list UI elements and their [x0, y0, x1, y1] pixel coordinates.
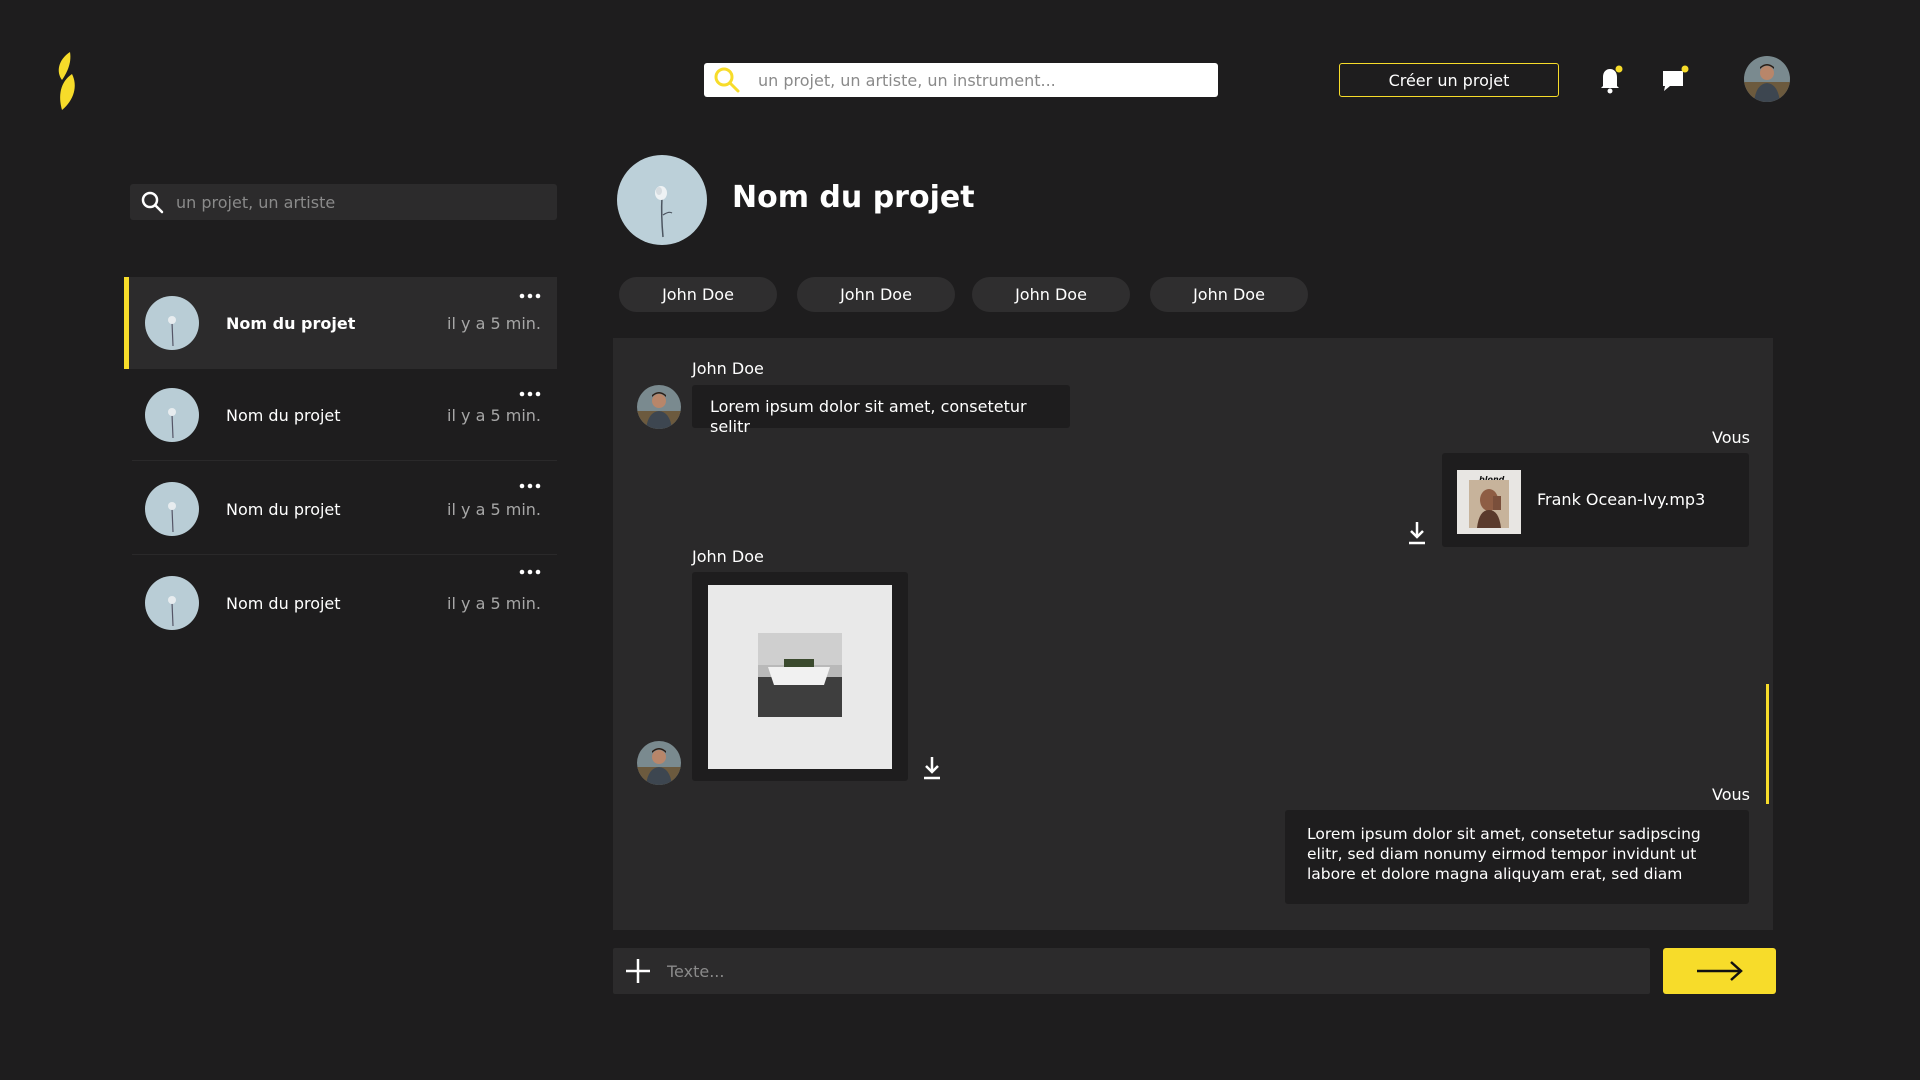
sender-avatar	[637, 385, 681, 429]
sender-avatar	[637, 741, 681, 785]
project-avatar	[145, 388, 199, 442]
download-icon[interactable]	[1406, 520, 1428, 546]
project-name: Nom du projet	[226, 405, 341, 425]
search-icon	[141, 191, 164, 214]
album-art	[1469, 480, 1509, 528]
global-search[interactable]	[704, 63, 1218, 97]
member-chip[interactable]: John Doe	[972, 277, 1130, 312]
project-name: Nom du projet	[226, 313, 356, 333]
more-icon[interactable]	[519, 483, 541, 489]
global-search-input[interactable]	[758, 70, 1198, 90]
user-avatar[interactable]	[1744, 56, 1790, 102]
project-time: il y a 5 min.	[447, 405, 541, 425]
divider	[132, 460, 557, 461]
album-cover: blond	[1457, 470, 1521, 534]
project-avatar	[145, 576, 199, 630]
create-project-button[interactable]: Créer un projet	[1339, 63, 1559, 97]
file-name: Frank Ocean-Ivy.mp3	[1537, 490, 1706, 509]
member-chip[interactable]: John Doe	[797, 277, 955, 312]
file-attachment[interactable]: blond Frank Ocean-Ivy.mp3	[1442, 453, 1749, 547]
search-icon	[714, 67, 740, 93]
send-button[interactable]	[1663, 948, 1776, 994]
project-list-item[interactable]: Nom du projet il y a 5 min.	[124, 557, 557, 649]
project-name: Nom du projet	[226, 499, 341, 519]
chat-scrollbar[interactable]	[1766, 684, 1769, 804]
logo-icon[interactable]	[52, 50, 82, 112]
bell-icon[interactable]	[1597, 64, 1625, 94]
project-search-input[interactable]	[176, 192, 536, 212]
shared-image	[708, 585, 892, 769]
plus-icon[interactable]	[623, 956, 653, 986]
more-icon[interactable]	[519, 569, 541, 575]
arrow-right-icon	[1696, 961, 1743, 981]
project-list-item[interactable]: Nom du projet il y a 5 min.	[124, 277, 557, 369]
message-icon[interactable]	[1660, 64, 1690, 94]
project-search[interactable]	[130, 184, 557, 220]
project-list-item[interactable]: Nom du projet il y a 5 min.	[124, 463, 557, 555]
download-icon[interactable]	[921, 755, 943, 781]
message-sender: Vous	[1712, 785, 1750, 804]
project-list-item[interactable]: Nom du projet il y a 5 min.	[124, 369, 557, 461]
more-icon[interactable]	[519, 293, 541, 299]
project-avatar	[145, 482, 199, 536]
project-time: il y a 5 min.	[447, 593, 541, 613]
image-attachment[interactable]	[692, 572, 908, 781]
message-composer[interactable]	[613, 948, 1650, 994]
project-title: Nom du projet	[732, 180, 975, 215]
message-bubble: Lorem ipsum dolor sit amet, consetetur s…	[692, 385, 1070, 436]
project-header-avatar	[617, 155, 707, 245]
more-icon[interactable]	[519, 391, 541, 397]
message-sender: Vous	[1712, 428, 1750, 447]
member-chip[interactable]: John Doe	[1150, 277, 1308, 312]
divider	[132, 554, 557, 555]
message-input[interactable]	[667, 961, 1627, 981]
message-bubble: Lorem ipsum dolor sit amet, consetetur s…	[1285, 810, 1749, 904]
project-avatar	[145, 296, 199, 350]
project-time: il y a 5 min.	[447, 313, 541, 333]
message-sender: John Doe	[692, 359, 764, 378]
member-chip[interactable]: John Doe	[619, 277, 777, 312]
project-name: Nom du projet	[226, 593, 341, 613]
project-time: il y a 5 min.	[447, 499, 541, 519]
message-sender: John Doe	[692, 547, 764, 566]
